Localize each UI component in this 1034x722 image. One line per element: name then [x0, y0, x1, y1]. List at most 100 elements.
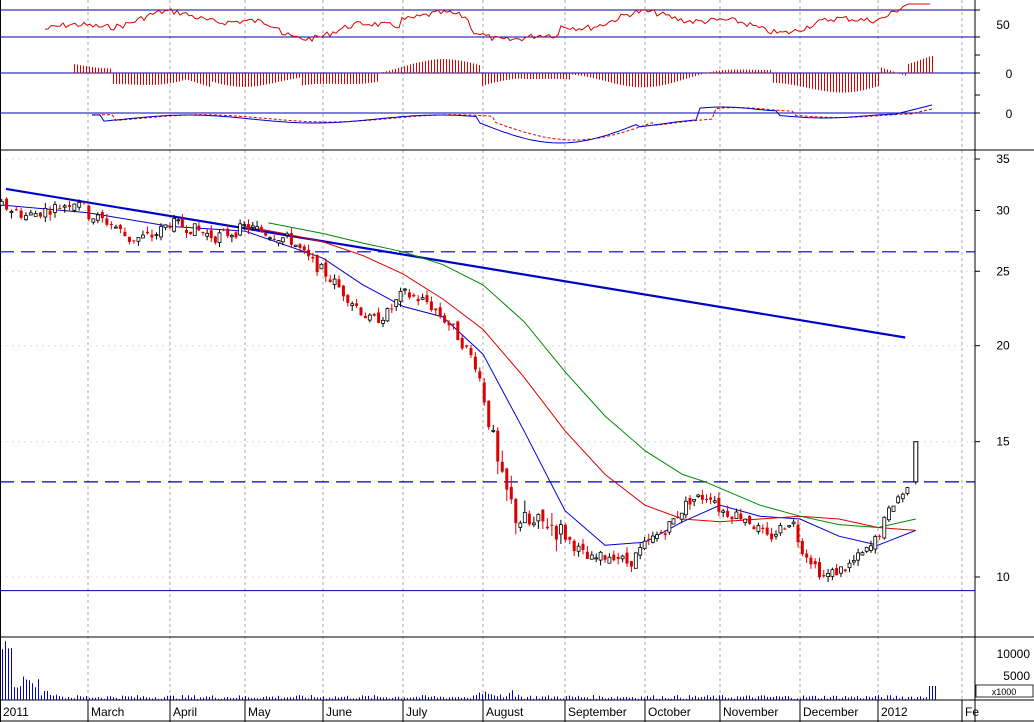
histogram-bar: [929, 56, 930, 74]
histogram-bar: [854, 73, 855, 92]
histogram-bar: [155, 73, 156, 85]
histogram-bar: [914, 61, 915, 74]
candle-body: [783, 528, 787, 530]
histogram-bar: [434, 59, 435, 74]
volume-bar: [437, 697, 438, 700]
volume-bar: [146, 697, 147, 700]
volume-bar: [767, 696, 768, 700]
candle-body: [460, 337, 464, 349]
candle-body: [48, 210, 52, 215]
month-label: May: [248, 705, 271, 719]
volume-bar: [425, 695, 426, 700]
candle-body: [33, 213, 38, 217]
volume-bar: [578, 695, 579, 700]
candle-body: [709, 497, 713, 500]
volume-bar: [755, 698, 756, 700]
volume-bar: [449, 697, 450, 700]
volume-bar: [65, 698, 66, 700]
candle-body: [398, 290, 403, 302]
volume-bar: [908, 696, 909, 700]
candle-body: [896, 496, 901, 504]
volume-bar: [647, 695, 648, 700]
volume-bar: [218, 698, 219, 700]
volume-bar: [692, 697, 693, 700]
volume-bar: [551, 698, 552, 700]
volume-bar: [407, 697, 408, 700]
histogram-bar: [791, 73, 792, 85]
candle-body: [541, 509, 545, 522]
volume-bar: [308, 698, 309, 700]
candle-body: [679, 512, 684, 520]
volume-bar: [689, 695, 690, 700]
candle-body: [100, 212, 104, 219]
volume-bar: [479, 692, 480, 700]
volume-bar: [590, 698, 591, 700]
candle-body: [136, 237, 141, 242]
volume-bar: [902, 696, 903, 700]
histogram-bar: [452, 59, 453, 74]
candle-body: [756, 525, 761, 532]
histogram-bar: [143, 73, 144, 85]
volume-bar: [206, 696, 207, 700]
histogram-bar: [83, 65, 84, 74]
histogram-bar: [587, 73, 588, 77]
histogram-bar: [701, 73, 702, 75]
volume-bar: [686, 698, 687, 700]
histogram-bar: [422, 61, 423, 74]
volume-bar: [56, 694, 57, 700]
volume-bar: [668, 698, 669, 700]
histogram-bar: [107, 68, 108, 74]
histogram-bar: [911, 62, 912, 74]
volume-bar: [932, 686, 933, 700]
candle-body: [77, 201, 82, 208]
volume-bar: [386, 697, 387, 700]
volume-bar: [77, 695, 78, 700]
histogram-bar: [464, 61, 465, 74]
volume-bar: [44, 690, 45, 700]
histogram-bar: [713, 71, 714, 74]
candle-body: [176, 219, 181, 222]
volume-bar: [596, 698, 597, 700]
volume-bar: [392, 697, 393, 700]
volume-bar: [167, 695, 168, 700]
histogram-bar: [566, 73, 567, 80]
candle-body: [568, 537, 572, 540]
candle-body: [289, 233, 293, 245]
histogram-bar: [800, 73, 801, 87]
candle-body: [412, 294, 416, 297]
histogram-bar: [371, 73, 372, 83]
histogram-bar: [899, 73, 900, 74]
volume-bar: [281, 698, 282, 700]
histogram-bar: [818, 73, 819, 91]
volume-bar: [29, 680, 30, 700]
volume-bar: [335, 696, 336, 700]
volume-bar: [41, 695, 42, 700]
month-label: November: [723, 705, 778, 719]
histogram-bar: [125, 73, 126, 85]
histogram-bar: [341, 73, 342, 85]
candle-body: [407, 292, 411, 298]
volume-bar: [797, 698, 798, 700]
histogram-bar: [767, 69, 768, 74]
candle-body: [683, 500, 688, 516]
volume-bar: [209, 696, 210, 700]
histogram-bar: [266, 73, 267, 85]
histogram-bar: [686, 73, 687, 79]
volume-bar: [494, 695, 495, 700]
candle-body: [835, 567, 839, 576]
volume-bar: [695, 695, 696, 700]
candle-body: [585, 551, 589, 559]
candle-body: [311, 256, 315, 259]
candle-body: [478, 371, 482, 379]
volume-bar: [602, 696, 603, 700]
histogram-bar: [413, 63, 414, 74]
candle-body: [189, 231, 193, 235]
candle-body: [739, 513, 743, 520]
histogram-bar: [821, 73, 822, 91]
volume-bar: [728, 698, 729, 700]
histogram-bar: [674, 73, 675, 83]
volume-bar: [725, 697, 726, 700]
histogram-bar: [257, 73, 258, 86]
candle-body: [62, 205, 67, 208]
histogram-bar: [602, 73, 603, 81]
